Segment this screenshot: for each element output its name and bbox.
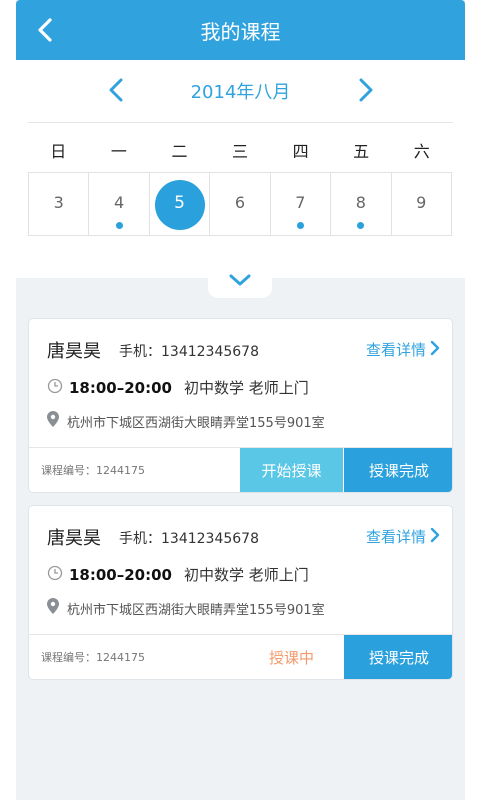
- clock-icon: [47, 378, 63, 398]
- time-row: 18:00–20:00 初中数学 老师上门: [47, 377, 309, 398]
- student-phone: 手机：13412345678: [119, 344, 259, 360]
- weekday-tue: 二: [171, 142, 188, 161]
- course-card: 唐昊昊 手机：13412345678 查看详情 18:00–20:00 初中数学…: [28, 505, 453, 680]
- chevron-right-icon: [430, 340, 440, 360]
- status-badge: 授课中: [268, 649, 314, 667]
- course-name: 初中数学 老师上门: [184, 566, 309, 584]
- event-dot: [357, 222, 365, 229]
- course-name: 初中数学 老师上门: [184, 379, 309, 397]
- header-bar: 我的课程: [16, 0, 465, 60]
- clock-icon: [47, 565, 63, 585]
- day-cell[interactable]: 3: [29, 173, 90, 235]
- weekday-sun: 日: [50, 142, 67, 161]
- day-number: 7: [295, 193, 306, 212]
- location-pin-icon: [47, 411, 59, 431]
- view-detail-label: 查看详情: [365, 341, 426, 359]
- student-phone: 手机：13412345678: [119, 531, 259, 547]
- course-number: 课程编号：1244175: [41, 651, 145, 664]
- location-pin-icon: [47, 598, 59, 618]
- class-complete-button[interactable]: 授课完成: [344, 635, 452, 679]
- calendar: 2014年八月 日 一 二 三 四 五 六 3 4 5 6 7 8 9: [16, 60, 465, 278]
- event-dot: [115, 222, 123, 229]
- day-number: 3: [53, 193, 64, 212]
- time-row: 18:00–20:00 初中数学 老师上门: [47, 564, 309, 585]
- address-row: 杭州市下城区西湖街大眼睛弄堂155号901室: [47, 598, 325, 618]
- course-time: 18:00–20:00: [69, 378, 172, 397]
- day-cell[interactable]: 7: [271, 173, 332, 235]
- weekday-mon: 一: [110, 142, 127, 161]
- view-detail-link[interactable]: 查看详情: [366, 339, 440, 360]
- day-cell[interactable]: 6: [210, 173, 271, 235]
- day-cell-selected[interactable]: 5: [150, 173, 211, 235]
- weekday-fri: 五: [353, 142, 370, 161]
- month-label: 2014年八月: [190, 82, 291, 103]
- course-address: 杭州市下城区西湖街大眼睛弄堂155号901室: [67, 602, 325, 618]
- day-row: 3 4 5 6 7 8 9: [28, 172, 452, 236]
- start-class-button[interactable]: 开始授课: [240, 448, 343, 492]
- divider: [28, 122, 453, 123]
- day-cell[interactable]: 8: [331, 173, 392, 235]
- day-cell[interactable]: 4: [89, 173, 150, 235]
- view-detail-link[interactable]: 查看详情: [366, 526, 440, 547]
- day-number: 9: [416, 193, 427, 212]
- weekday-thu: 四: [292, 142, 309, 161]
- view-detail-label: 查看详情: [365, 528, 426, 546]
- weekday-wed: 三: [232, 142, 249, 161]
- event-dot: [296, 222, 304, 229]
- student-name: 唐昊昊: [47, 341, 101, 362]
- chevron-right-icon[interactable]: [352, 77, 378, 103]
- student-name: 唐昊昊: [47, 528, 101, 549]
- chevron-right-icon: [430, 527, 440, 547]
- day-cell[interactable]: 9: [392, 173, 451, 235]
- month-switcher: 2014年八月: [16, 60, 465, 120]
- weekday-header: 日 一 二 三 四 五 六: [28, 138, 452, 161]
- day-number: 8: [355, 193, 366, 212]
- class-complete-button[interactable]: 授课完成: [344, 448, 452, 492]
- weekday-sat: 六: [413, 142, 430, 161]
- app-screen: 我的课程 2014年八月 日 一 二 三 四 五 六 3 4 5 6 7 8 9…: [16, 0, 465, 800]
- course-number: 课程编号：1244175: [41, 464, 145, 477]
- day-number: 5: [174, 193, 185, 213]
- day-number: 6: [234, 193, 246, 212]
- collapse-toggle[interactable]: [208, 266, 272, 298]
- address-row: 杭州市下城区西湖街大眼睛弄堂155号901室: [47, 411, 325, 431]
- course-address: 杭州市下城区西湖街大眼睛弄堂155号901室: [67, 415, 325, 431]
- day-number: 4: [114, 193, 125, 212]
- course-time: 18:00–20:00: [69, 565, 172, 584]
- course-card: 唐昊昊 手机：13412345678 查看详情 18:00–20:00 初中数学…: [28, 318, 453, 493]
- page-title: 我的课程: [200, 20, 281, 44]
